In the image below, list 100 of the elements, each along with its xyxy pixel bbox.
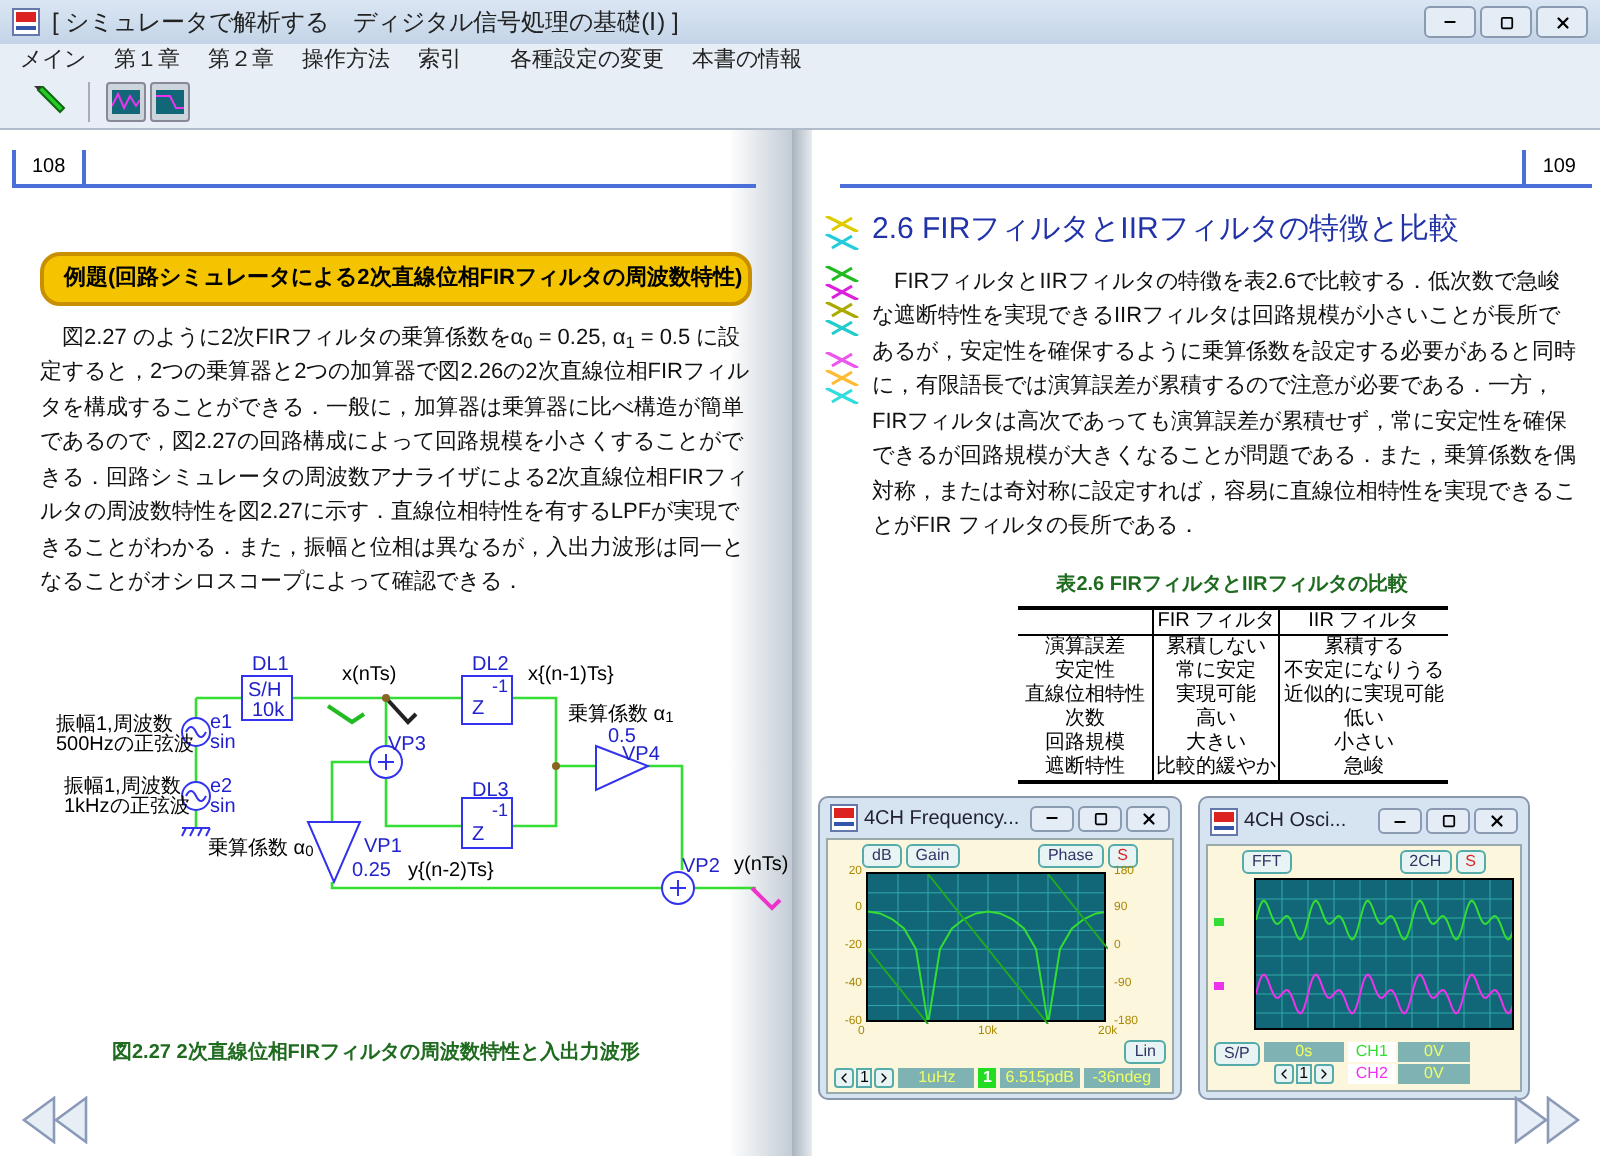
circuit-label: y{(n-2)Ts}: [408, 861, 494, 881]
maximize-icon: [1499, 15, 1513, 29]
menu-item[interactable]: 操作方法: [302, 49, 390, 71]
waveform-icon: [112, 90, 140, 114]
circuit-label: VP4: [622, 745, 660, 765]
circuit-label: 乗算係数 α$_{1}$: [568, 705, 674, 725]
circuit-label: 振幅1,周波数: [64, 777, 181, 797]
channel-index: 1: [856, 1067, 873, 1087]
table-cell: 高い: [1153, 707, 1280, 731]
oscilloscope-button[interactable]: [106, 82, 146, 122]
wire: [694, 885, 756, 889]
marker-badge: 1: [978, 1067, 996, 1087]
table-cell: 近似的に実現可能: [1279, 683, 1447, 707]
pencil-icon: [34, 86, 66, 118]
scope-button[interactable]: S: [1455, 849, 1486, 873]
circuit-label: y(nTs): [734, 855, 789, 875]
table-cell: 急峻: [1279, 755, 1447, 781]
close-icon: [1553, 13, 1571, 31]
page-number: 108: [12, 150, 86, 184]
circuit-label: 0.5: [608, 727, 636, 747]
close-icon: [1139, 809, 1157, 827]
table-cell: 実現可能: [1153, 683, 1280, 707]
scope-button[interactable]: Lin: [1124, 1039, 1166, 1063]
maximize-icon: [1441, 814, 1455, 828]
probe-icon: [326, 703, 366, 724]
table-cell: 小さい: [1279, 731, 1447, 755]
app-icon: [12, 8, 40, 36]
scope-button[interactable]: FFT: [1242, 849, 1292, 873]
table-cell: 遮断特性: [1017, 755, 1153, 781]
channel-value: 0V: [1397, 1063, 1470, 1083]
close-button[interactable]: [1536, 6, 1588, 38]
table-cell: 低い: [1279, 707, 1447, 731]
circuit-label: 乗算係数 α$_{0}$: [208, 839, 314, 859]
menu-item[interactable]: 第１章: [114, 49, 180, 71]
close-icon: [1487, 812, 1505, 830]
close-button[interactable]: [1474, 808, 1518, 834]
scope-button[interactable]: S/P: [1214, 1041, 1260, 1065]
readout-value: 6.515pdB: [999, 1067, 1080, 1087]
frequency-analyzer-button[interactable]: [150, 82, 190, 122]
circuit-label: x{(n-1)Ts}: [528, 665, 614, 685]
window-title: 4CH Osci...: [1244, 808, 1347, 836]
table-cell: 累積する: [1279, 634, 1447, 659]
menu-item[interactable]: 本書の情報: [692, 49, 802, 71]
circuit-label: e1: [210, 713, 233, 733]
circuit-label: 500Hzの正弦波: [56, 735, 194, 755]
close-button[interactable]: [1126, 805, 1170, 831]
table-cell: 次数: [1017, 707, 1153, 731]
next-page-icon[interactable]: [1514, 1096, 1584, 1144]
table-cell: 回路規模: [1017, 731, 1153, 755]
table-cell: 安定性: [1017, 659, 1153, 683]
circuit-label: x(nTs): [342, 665, 397, 685]
table-cell: 常に安定: [1153, 659, 1280, 683]
previous-button[interactable]: [1273, 1063, 1294, 1083]
circuit-label: DL1: [252, 655, 289, 675]
menu-item[interactable]: メイン: [20, 49, 86, 71]
previous-button[interactable]: [834, 1067, 854, 1087]
ground-symbol: [181, 826, 211, 836]
wire: [384, 777, 462, 827]
scope-button[interactable]: dB: [862, 843, 902, 867]
table-cell: 不安定になりうる: [1279, 659, 1447, 683]
readout-value: -36ndeg: [1083, 1067, 1160, 1087]
section-heading: 2.6 FIRフィルタとIIRフィルタの特徴と比較: [872, 210, 1461, 250]
window-title: 4CH Frequency...: [864, 805, 1020, 833]
junction-dot: [552, 761, 560, 769]
circuit-label: 0.25: [352, 861, 391, 881]
menu-item[interactable]: 索引: [418, 49, 462, 71]
previous-page-icon[interactable]: [20, 1096, 90, 1144]
maximize-button[interactable]: [1480, 6, 1532, 38]
delay-block: [461, 674, 513, 724]
scope-button[interactable]: Gain: [905, 843, 960, 867]
circuit-label: VP3: [388, 735, 426, 755]
channel-value: 0V: [1397, 1041, 1470, 1061]
example-title: 例題(回路シミュレータによる2次直線位相FIRフィルタの周波数特性): [40, 252, 752, 305]
circuit-label: sin: [210, 797, 236, 817]
menu-item[interactable]: 各種設定の変更: [510, 49, 664, 71]
circuit-label: S/H: [248, 681, 282, 701]
table-cell: 直線位相特性: [1017, 683, 1153, 707]
circuit-label: DL2: [472, 655, 509, 675]
next-button[interactable]: [1314, 1063, 1335, 1083]
figure-caption: 図2.27 2次直線位相FIRフィルタの周波数特性と入出力波形: [112, 1039, 642, 1067]
scope-button[interactable]: S: [1107, 843, 1138, 867]
maximize-button[interactable]: [1078, 805, 1122, 831]
wire: [330, 759, 370, 821]
probe-icon: [384, 695, 418, 724]
time-readout: 0s: [1263, 1041, 1344, 1061]
circuit-label: sin: [210, 733, 236, 753]
channel-index: 1: [1295, 1063, 1313, 1083]
maximize-button[interactable]: [1426, 808, 1470, 834]
scope-button[interactable]: 2CH: [1399, 849, 1452, 873]
column-header: IIR フィルタ: [1279, 607, 1447, 634]
circuit-label: -1: [492, 801, 509, 819]
circuit-label: VP1: [364, 837, 402, 857]
menu-item[interactable]: 第２章: [208, 49, 274, 71]
chevron-left-icon: [836, 1069, 852, 1085]
circuit-label: e2: [210, 777, 233, 797]
next-button[interactable]: [874, 1067, 895, 1087]
table-cell: 大きい: [1153, 731, 1280, 755]
column-header: FIR フィルタ: [1153, 607, 1280, 634]
scope-button[interactable]: Phase: [1037, 843, 1104, 867]
app-icon: [1210, 807, 1238, 835]
